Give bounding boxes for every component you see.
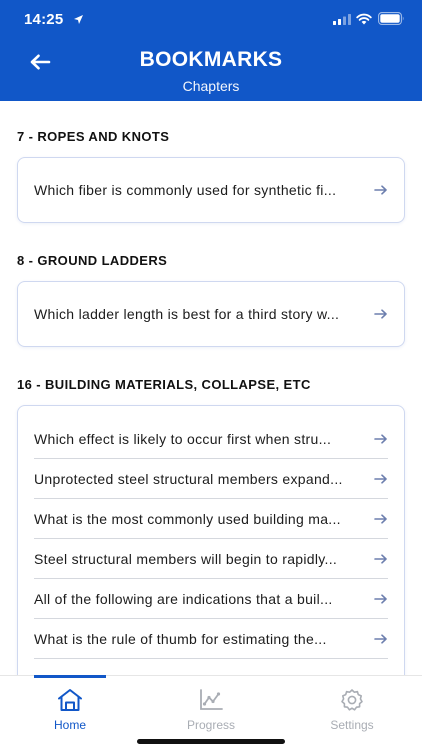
tab-home-label: Home: [53, 718, 86, 732]
bookmark-question: What is the most commonly used building …: [34, 510, 341, 527]
progress-chart-icon: [200, 689, 223, 710]
bookmark-item[interactable]: Which effect is likely to occur first wh…: [34, 419, 388, 459]
gear-icon: [341, 689, 363, 711]
bookmark-card: Which ladder length is best for a third …: [17, 281, 405, 347]
bookmark-question: Unprotected steel structural members exp…: [34, 470, 343, 487]
arrow-right-icon: [374, 309, 387, 319]
tab-home[interactable]: Home: [20, 688, 120, 732]
home-icon: [58, 689, 82, 711]
bookmark-question: Which effect is likely to occur first wh…: [34, 430, 332, 447]
bookmark-item[interactable]: What is the most commonly used building …: [34, 499, 388, 539]
bookmark-item[interactable]: Unprotected steel structural members exp…: [34, 459, 388, 499]
bookmark-item[interactable]: All of the following are indications tha…: [34, 579, 388, 619]
active-tab-indicator: [34, 675, 106, 678]
page-title: BOOKMARKS: [139, 48, 283, 71]
location-arrow-icon: [74, 15, 83, 24]
bookmark-card: Which fiber is commonly used for synthet…: [17, 157, 405, 223]
cellular-signal-icon: [333, 14, 351, 25]
arrow-right-icon: [374, 473, 387, 484]
status-bar: 14:25: [0, 0, 422, 40]
bookmark-item[interactable]: What is the rule of thumb for estimating…: [34, 619, 388, 659]
tab-settings-label: Settings: [330, 718, 374, 732]
bookmark-question: What is the rule of thumb for estimating…: [34, 630, 327, 647]
app-header: 14:25 BOOKMARKS Chapters: [0, 0, 422, 101]
bookmark-item[interactable]: Which fiber is commonly used for synthet…: [34, 158, 388, 222]
wifi-icon: [356, 13, 372, 25]
arrow-right-icon: [374, 553, 387, 564]
bookmark-question: All of the following are indications tha…: [34, 590, 333, 607]
bookmark-question: Steel structural members will begin to r…: [34, 550, 338, 567]
arrow-right-icon: [374, 433, 387, 444]
bookmark-card: Which effect is likely to occur first wh…: [17, 405, 405, 675]
home-indicator: [137, 739, 285, 744]
arrow-right-icon: [374, 633, 387, 644]
bookmark-question: Which fiber is commonly used for synthet…: [34, 182, 337, 198]
arrow-right-icon: [374, 593, 387, 604]
bookmarks-list[interactable]: 7 - ROPES AND KNOTS Which fiber is commo…: [0, 101, 422, 675]
bookmark-item[interactable]: Steel structural members will begin to r…: [34, 539, 388, 579]
arrow-right-icon: [374, 513, 387, 524]
section-title: 7 - ROPES AND KNOTS: [17, 129, 170, 144]
bookmark-question: Which ladder length is best for a third …: [34, 306, 340, 322]
tab-progress[interactable]: Progress: [161, 688, 261, 732]
tab-progress-label: Progress: [186, 718, 236, 732]
arrow-right-icon: [374, 185, 387, 195]
status-time: 14:25: [24, 11, 64, 28]
bookmark-item[interactable]: Which ladder length is best for a third …: [34, 282, 388, 346]
tab-settings[interactable]: Settings: [302, 688, 402, 732]
battery-icon: [378, 12, 404, 25]
page-subtitle: Chapters: [182, 78, 240, 94]
section-title: 16 - BUILDING MATERIALS, COLLAPSE, ETC: [17, 377, 311, 392]
section-title: 8 - GROUND LADDERS: [17, 253, 168, 268]
